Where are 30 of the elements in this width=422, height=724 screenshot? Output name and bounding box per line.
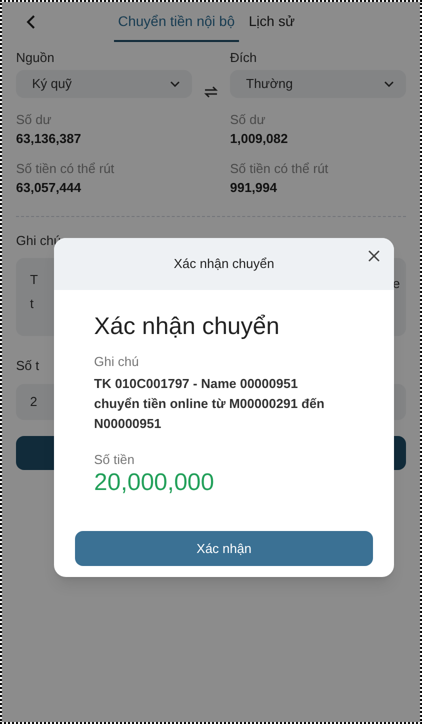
amount-value: 2 [30,392,38,411]
note-text: TK 010C001797 - Name 00000951 chuyển tiền online từ M00000291 đến N00000951 [94,374,326,432]
amount-label: Số tiền [94,450,134,468]
amount-value: 20,000,000 [94,469,216,497]
field-label: Số dư [230,110,266,128]
chevron-down-icon [384,80,394,86]
dialog-heading: Xác nhận chuyển [94,312,280,342]
field-label: Số t [16,357,40,375]
note-text: T [30,271,38,289]
withdrawable-value: 991,994 [230,179,278,197]
swap-icon[interactable] [204,86,218,98]
note-label: Ghi chú [94,353,139,371]
balance-value: 63,136,387 [16,130,82,148]
tab[interactable]: Lịch sử [248,11,295,42]
confirm-button[interactable]: Xác nhận [75,531,373,566]
field-label: Số tiền có thể rút [16,160,116,178]
account-select[interactable]: Ký quỹ [16,70,192,98]
close-icon[interactable] [368,250,380,262]
account-select[interactable]: Thường [230,70,406,98]
field-label: Số tiền có thể rút [230,160,330,178]
withdrawable-value: 63,057,444 [16,179,82,197]
back-icon[interactable] [26,15,36,29]
balance-value: 1,009,082 [230,130,289,148]
field-label: Nguồn [16,49,56,67]
tab[interactable]: Chuyển tiền nội bộ [114,11,239,42]
chevron-down-icon [170,80,180,86]
field-label: Đích [230,49,258,67]
field-label: Số dư [16,110,52,128]
note-text: t [30,294,35,312]
dialog-title: Xác nhận chuyển [174,255,274,274]
